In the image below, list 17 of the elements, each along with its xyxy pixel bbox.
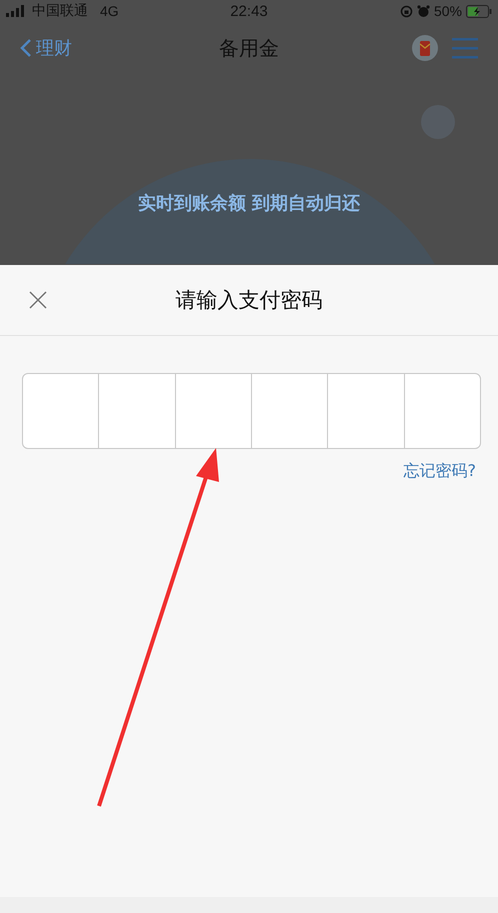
page-title: 备用金 xyxy=(219,34,279,62)
clock-time: 22:43 xyxy=(230,2,268,20)
battery-percent: 50% xyxy=(434,3,462,19)
battery-icon xyxy=(466,4,492,18)
tagline-text: 实时到账余额 到期自动归还 xyxy=(138,192,360,215)
back-chevron-icon xyxy=(20,38,32,58)
password-field[interactable] xyxy=(22,373,481,449)
carrier-name: 中国联通 xyxy=(32,2,88,20)
envelope-icon[interactable] xyxy=(412,35,438,61)
network-type: 4G xyxy=(100,3,119,19)
menu-icon[interactable] xyxy=(452,36,478,60)
forgot-password-link[interactable]: 忘记密码? xyxy=(404,461,476,482)
alarm-icon xyxy=(416,4,430,18)
sheet-title: 请输入支付密码 xyxy=(176,287,322,314)
rotation-lock-icon xyxy=(400,4,413,18)
back-button[interactable]: 理财 xyxy=(20,36,72,60)
close-icon[interactable] xyxy=(28,290,48,310)
